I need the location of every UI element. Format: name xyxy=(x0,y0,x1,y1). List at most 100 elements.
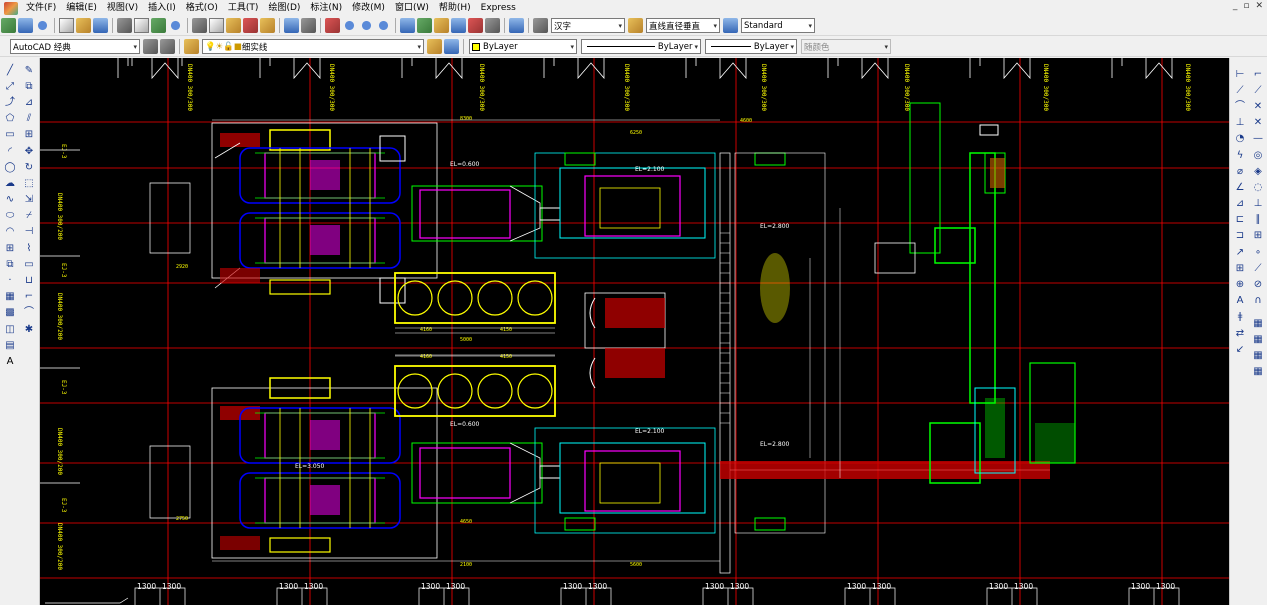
workspace-settings-icon[interactable] xyxy=(143,39,158,54)
dim-style-select[interactable]: 直线直径垂直 ▾ xyxy=(646,18,720,33)
snap-apparent-icon[interactable]: ✕ xyxy=(1252,116,1265,129)
menu-draw[interactable]: 绘图(D) xyxy=(263,0,305,16)
layer-tool-1-icon[interactable]: ▦ xyxy=(1252,317,1265,330)
construction-line-icon[interactable]: ⤢ xyxy=(4,80,17,93)
workspace-save-icon[interactable] xyxy=(160,39,175,54)
multiline-text-icon[interactable]: A xyxy=(4,355,17,368)
save-icon[interactable] xyxy=(93,18,108,33)
polygon-icon[interactable]: ⬠ xyxy=(4,112,17,125)
dimension-update-icon[interactable]: ⇄ xyxy=(1234,327,1247,340)
mirror-icon[interactable]: ⊿ xyxy=(23,96,36,109)
snap-extension-icon[interactable]: — xyxy=(1252,132,1265,145)
revision-cloud-icon[interactable]: ☁ xyxy=(4,177,17,190)
paste-icon[interactable] xyxy=(226,18,241,33)
redo-icon[interactable] xyxy=(301,18,316,33)
break-icon[interactable]: ▭ xyxy=(23,258,36,271)
publish-icon[interactable] xyxy=(151,18,166,33)
copy-icon[interactable] xyxy=(209,18,224,33)
menu-edit[interactable]: 编辑(E) xyxy=(61,0,102,16)
menu-modify[interactable]: 修改(M) xyxy=(347,0,390,16)
quick-leader-icon[interactable]: ↗ xyxy=(1234,246,1247,259)
cut-icon[interactable] xyxy=(192,18,207,33)
pan-icon[interactable] xyxy=(325,18,340,33)
print-preview-icon[interactable] xyxy=(134,18,149,33)
rotate-icon[interactable]: ↻ xyxy=(23,161,36,174)
menu-help[interactable]: 帮助(H) xyxy=(434,0,476,16)
tolerance-icon[interactable]: ⊞ xyxy=(1234,262,1247,275)
arc-icon[interactable]: ◜ xyxy=(4,145,17,158)
markup-icon[interactable] xyxy=(468,18,483,33)
quick-dimension-icon[interactable]: ⊿ xyxy=(1234,197,1247,210)
aligned-dimension-icon[interactable]: ⟋ xyxy=(1234,84,1247,97)
sphere-icon[interactable] xyxy=(35,18,50,33)
snap-insert-icon[interactable]: ⊞ xyxy=(1252,229,1265,242)
spline-icon[interactable]: ∿ xyxy=(4,193,17,206)
point-icon[interactable]: · xyxy=(4,274,17,287)
ellipse-arc-icon[interactable]: ◠ xyxy=(4,225,17,238)
line-icon[interactable]: ╱ xyxy=(4,64,17,77)
snap-node-icon[interactable]: ∘ xyxy=(1252,246,1265,259)
erase-icon[interactable]: ✎ xyxy=(23,64,36,77)
linetype-select[interactable]: ByLayer ▾ xyxy=(581,39,701,54)
snap-none-icon[interactable]: ⊘ xyxy=(1252,278,1265,291)
insert-block-icon[interactable]: ⊞ xyxy=(4,242,17,255)
ordinate-dimension-icon[interactable]: ⊥ xyxy=(1234,116,1247,129)
osnap-settings-icon[interactable]: ∩ xyxy=(1252,294,1265,307)
web-icon[interactable] xyxy=(168,18,183,33)
new-file-icon[interactable] xyxy=(59,18,74,33)
snap-endpoint-icon[interactable]: ⌐ xyxy=(1252,68,1265,81)
chamfer-icon[interactable]: ⌐ xyxy=(23,290,36,303)
ellipse-icon[interactable]: ⬭ xyxy=(4,209,17,222)
extend-icon[interactable]: ⊣ xyxy=(23,225,36,238)
snap-tangent-icon[interactable]: ◌ xyxy=(1252,181,1265,194)
menu-tools[interactable]: 工具(T) xyxy=(223,0,264,16)
copy-object-icon[interactable]: ⧉ xyxy=(23,80,36,93)
trim-icon[interactable]: ⌿ xyxy=(23,209,36,222)
snap-intersection-icon[interactable]: ✕ xyxy=(1252,100,1265,113)
radius-dimension-icon[interactable]: ◔ xyxy=(1234,132,1247,145)
restore-icon[interactable]: ▫ xyxy=(1243,1,1249,11)
explode-icon[interactable]: ✱ xyxy=(23,323,36,336)
color-select[interactable]: ByLayer ▾ xyxy=(469,39,577,54)
diameter-dimension-icon[interactable]: ⌀ xyxy=(1234,165,1247,178)
text-style-select[interactable]: 汉字 ▾ xyxy=(551,18,625,33)
layer-tool-4-icon[interactable]: ▦ xyxy=(1252,365,1265,378)
design-center-icon[interactable] xyxy=(417,18,432,33)
snap-parallel-icon[interactable]: ∥ xyxy=(1252,213,1265,226)
lineweight-select[interactable]: ByLayer ▾ xyxy=(705,39,797,54)
block-editor-icon[interactable] xyxy=(260,18,275,33)
dimension-text-edit-icon[interactable]: ǂ xyxy=(1234,310,1247,323)
jogged-dimension-icon[interactable]: ϟ xyxy=(1234,149,1247,162)
layer-tool-3-icon[interactable]: ▦ xyxy=(1252,349,1265,362)
move-icon[interactable]: ✥ xyxy=(23,145,36,158)
match-properties-icon[interactable] xyxy=(243,18,258,33)
arc-length-icon[interactable]: ⌒ xyxy=(1234,100,1247,113)
table-style-select[interactable]: Standard ▾ xyxy=(741,18,815,33)
menu-express[interactable]: Express xyxy=(476,0,521,16)
array-icon[interactable]: ⊞ xyxy=(23,128,36,141)
fillet-icon[interactable]: ⌒ xyxy=(23,306,36,319)
zoom-window-icon[interactable] xyxy=(359,18,374,33)
table-icon[interactable]: ▤ xyxy=(4,339,17,352)
join-icon[interactable]: ⊔ xyxy=(23,274,36,287)
close-icon[interactable]: ✕ xyxy=(1255,1,1263,11)
stretch-icon[interactable]: ⇲ xyxy=(23,193,36,206)
menu-dimension[interactable]: 标注(N) xyxy=(305,0,347,16)
layer-manager-icon[interactable] xyxy=(184,39,199,54)
make-layer-current-icon[interactable] xyxy=(427,39,442,54)
center-mark-icon[interactable]: ⊕ xyxy=(1234,278,1247,291)
dimension-edit-icon[interactable]: A xyxy=(1234,294,1247,307)
linear-dimension-icon[interactable]: ⊢ xyxy=(1234,68,1247,81)
snap-perpendicular-icon[interactable]: ⊥ xyxy=(1252,197,1265,210)
offset-icon[interactable]: ⫽ xyxy=(23,112,36,125)
polyline-icon[interactable]: ⤴ xyxy=(4,96,17,109)
circle-icon[interactable]: ◯ xyxy=(4,161,17,174)
drawing-canvas[interactable]: DN400 300/300 DN400 300/300 DN400 300/30… xyxy=(40,58,1229,605)
snap-center-icon[interactable]: ◎ xyxy=(1252,149,1265,162)
region-icon[interactable]: ◫ xyxy=(4,323,17,336)
break-at-point-icon[interactable]: ⌇ xyxy=(23,242,36,255)
help-icon[interactable] xyxy=(509,18,524,33)
plot-style-select[interactable]: 随颜色 ▾ xyxy=(801,39,891,54)
layer-previous-icon[interactable] xyxy=(444,39,459,54)
layer-select[interactable]: 💡☀🔓■ 细实线 ▾ xyxy=(202,39,424,54)
